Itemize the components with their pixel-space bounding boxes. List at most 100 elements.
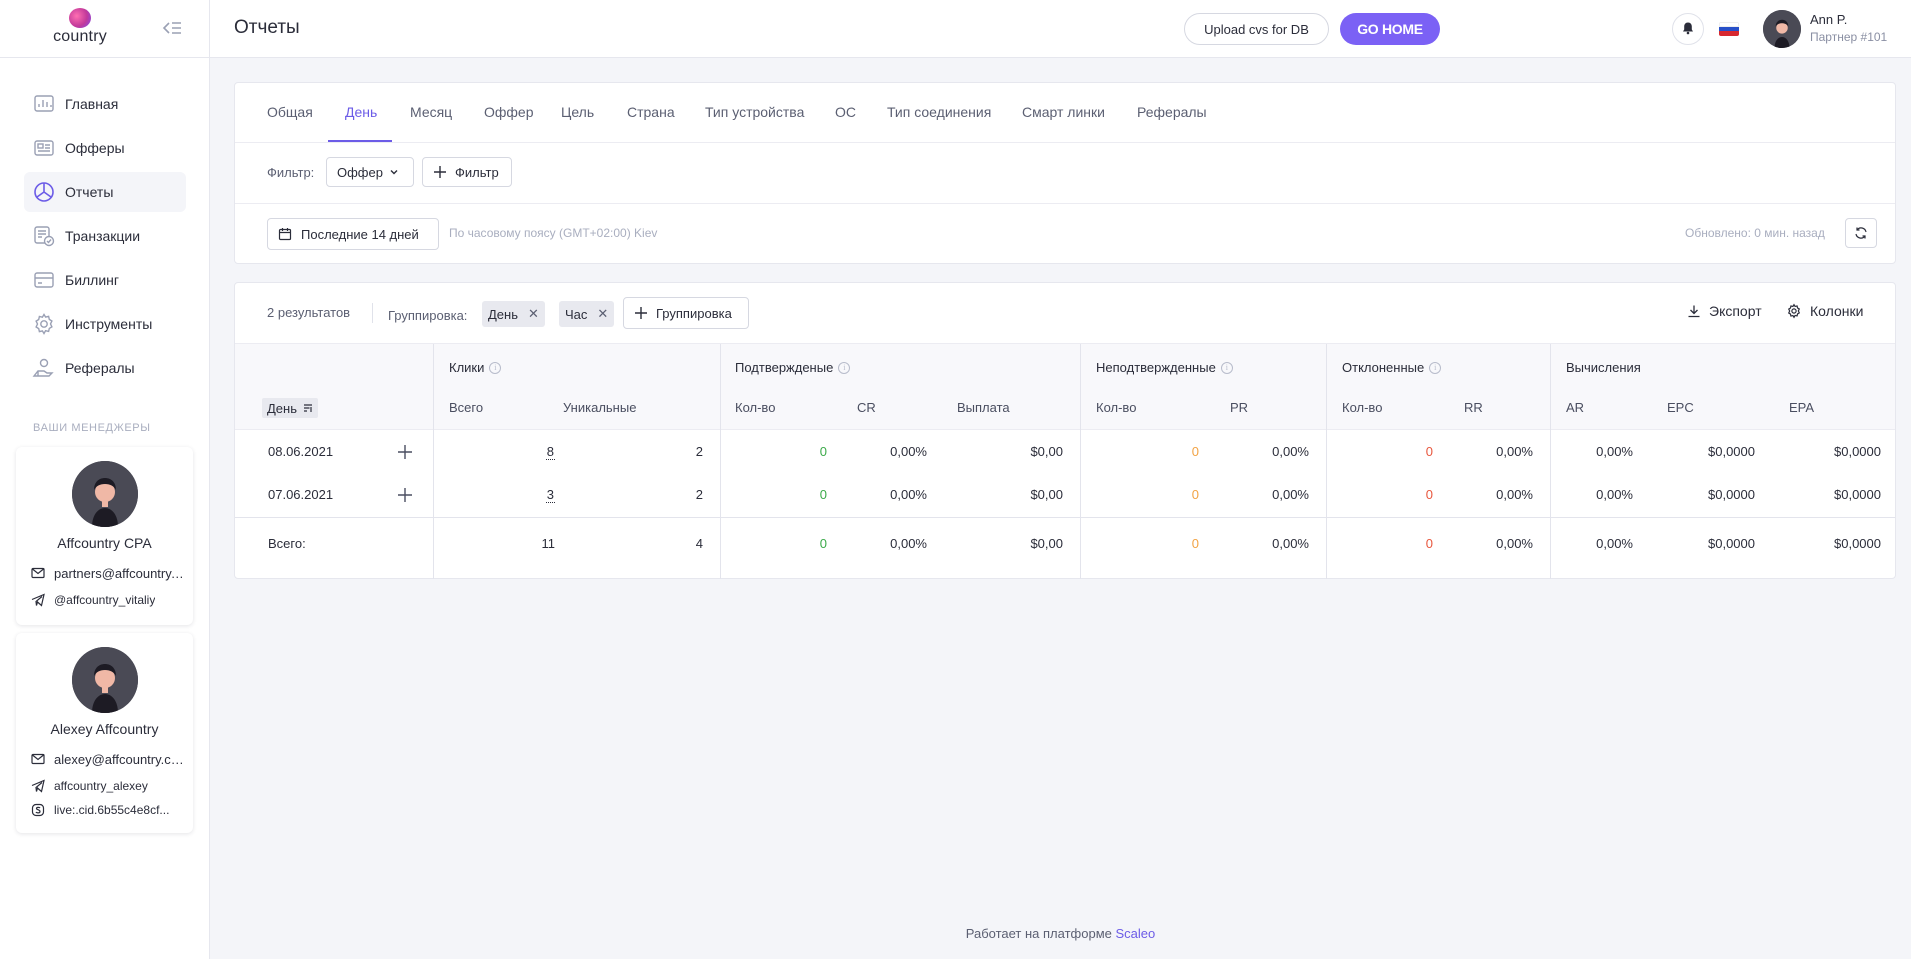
tab-device-type[interactable]: Тип устройства: [705, 104, 804, 143]
tab-smart-links[interactable]: Смарт линки: [1022, 104, 1105, 143]
header-confirmed-qty[interactable]: Кол-во: [735, 400, 775, 415]
sort-icon: [303, 403, 313, 413]
sidebar-item-billing[interactable]: Биллинг: [24, 260, 186, 300]
manager-telegram[interactable]: affcountry_alexey: [31, 777, 186, 795]
sidebar-item-referrals[interactable]: Рефералы: [24, 348, 186, 388]
sidebar-item-dashboard[interactable]: Главная: [24, 84, 186, 124]
logo[interactable]: country: [48, 8, 112, 48]
info-icon[interactable]: i: [1220, 361, 1233, 374]
cell-epa: $0,0000: [1834, 444, 1881, 459]
sidebar-item-offers[interactable]: Офферы: [24, 128, 186, 168]
updated-text: Обновлено: 0 мин. назад: [1685, 226, 1825, 240]
user-avatar[interactable]: [1763, 10, 1801, 48]
collapse-sidebar-icon[interactable]: [160, 16, 184, 40]
manager-telegram[interactable]: @affcountry_vitaliy: [31, 591, 186, 609]
sort-day-header[interactable]: День: [262, 398, 318, 418]
close-icon[interactable]: ✕: [528, 306, 539, 322]
cell-unconfirmed-qty: 0: [1191, 487, 1199, 502]
tab-connection-type[interactable]: Тип соединения: [887, 104, 991, 143]
cell-rr: 0,00%: [1496, 536, 1533, 551]
logo-text: country: [53, 28, 107, 45]
expand-row-button[interactable]: [397, 487, 413, 503]
table-header: День Клики i Подтвержденые i Неподтвержден…: [235, 343, 1895, 430]
tab-referrals[interactable]: Рефералы: [1137, 104, 1207, 143]
cell-confirmed-qty: 0: [819, 536, 827, 551]
report-table-card: 2 результатов Группировка: День ✕ Час ✕ …: [234, 282, 1896, 579]
upload-csv-button[interactable]: Upload cvs for DB: [1184, 13, 1329, 45]
header-rr[interactable]: RR: [1464, 400, 1483, 415]
expand-row-button[interactable]: [397, 444, 413, 460]
offer-dropdown[interactable]: Оффер: [326, 157, 414, 187]
tab-os[interactable]: ОС: [835, 104, 856, 143]
refresh-button[interactable]: [1845, 218, 1877, 248]
avatar: [72, 647, 138, 713]
header-pr[interactable]: PR: [1230, 400, 1248, 415]
tab-country[interactable]: Страна: [627, 104, 675, 143]
export-label: Экспорт: [1709, 303, 1762, 319]
header-clicks-total[interactable]: Всего: [449, 400, 483, 415]
cell-clicks-unique: 2: [695, 487, 703, 502]
referrals-icon: [32, 356, 56, 380]
cell-rr: 0,00%: [1496, 487, 1533, 502]
filters-card: Общая День Месяц Оффер Цель Страна Тип у…: [234, 82, 1896, 264]
sidebar-item-transactions[interactable]: Транзакции: [24, 216, 186, 256]
header-ar[interactable]: AR: [1566, 400, 1584, 415]
manager-email[interactable]: partners@affcountry.com: [31, 564, 186, 582]
transactions-icon: [32, 224, 56, 248]
go-home-button[interactable]: GO HOME: [1340, 13, 1440, 45]
header-epc[interactable]: EPC: [1667, 400, 1694, 415]
tab-general[interactable]: Общая: [267, 104, 313, 143]
date-range-picker[interactable]: Последние 14 дней: [267, 218, 439, 250]
cell-clicks-total[interactable]: 8: [515, 444, 555, 460]
info-icon[interactable]: i: [489, 361, 502, 374]
cell-unconfirmed-qty: 0: [1191, 444, 1199, 459]
language-flag-icon[interactable]: [1719, 22, 1739, 36]
header-clicks-unique[interactable]: Уникальные: [563, 400, 636, 415]
table-totals-row: Всего: 11 4 0 0,00% $0,00 0 0,00% 0 0,00…: [235, 517, 1895, 570]
logo-mark-icon: [69, 8, 91, 28]
cell-clicks-total[interactable]: 3: [515, 487, 555, 503]
sidebar-item-reports[interactable]: Отчеты: [24, 172, 186, 212]
page-title: Отчеты: [234, 17, 300, 38]
close-icon[interactable]: ✕: [597, 306, 608, 322]
tab-month[interactable]: Месяц: [410, 104, 452, 143]
header-epa[interactable]: EPA: [1789, 400, 1814, 415]
add-grouping-button[interactable]: Группировка: [623, 297, 749, 329]
reports-icon: [32, 180, 56, 204]
footer-brand-link[interactable]: Scaleo: [1116, 926, 1156, 941]
cell-confirmed-qty: 0: [819, 444, 827, 459]
filter-row: Фильтр: Оффер Фильтр: [235, 143, 1895, 204]
tab-offer[interactable]: Оффер: [484, 104, 534, 143]
export-button[interactable]: Экспорт: [1687, 303, 1762, 319]
table-row: 07.06.2021 3 2 0 0,00% $0,00 0 0,00% 0 0…: [235, 474, 1895, 517]
group-header-label: Неподтвержденные: [1096, 360, 1216, 375]
user-name[interactable]: Ann P.: [1810, 12, 1847, 27]
group-header-clicks: Клики i: [449, 360, 502, 375]
telegram-icon: [31, 593, 45, 607]
notifications-button[interactable]: [1672, 13, 1704, 45]
cell-day: 08.06.2021: [268, 444, 334, 459]
tab-goal[interactable]: Цель: [561, 104, 594, 143]
refresh-icon: [1854, 226, 1868, 240]
add-filter-button[interactable]: Фильтр: [422, 157, 512, 187]
add-filter-label: Фильтр: [455, 164, 499, 180]
header-unconfirmed-qty[interactable]: Кол-во: [1096, 400, 1136, 415]
header-payout[interactable]: Выплата: [957, 400, 1010, 415]
offers-icon: [32, 136, 56, 160]
cell-ar: 0,00%: [1596, 487, 1633, 502]
cell-pr: 0,00%: [1272, 487, 1309, 502]
footer-text: Работает на платформе: [965, 926, 1112, 941]
cell-clicks-unique: 4: [695, 536, 703, 551]
info-icon[interactable]: i: [838, 361, 851, 374]
info-icon[interactable]: i: [1429, 361, 1442, 374]
group-header-label: Клики: [449, 360, 485, 375]
cell-epa: $0,0000: [1834, 536, 1881, 551]
manager-skype[interactable]: live:.cid.6b55c4e8cf...: [31, 801, 186, 819]
sidebar-item-tools[interactable]: Инструменты: [24, 304, 186, 344]
cell-epc: $0,0000: [1708, 487, 1755, 502]
header-cr[interactable]: CR: [857, 400, 876, 415]
columns-button[interactable]: Колонки: [1786, 303, 1863, 319]
tab-day[interactable]: День: [345, 104, 377, 143]
header-rejected-qty[interactable]: Кол-во: [1342, 400, 1382, 415]
manager-email[interactable]: alexey@affcountry.com: [31, 750, 186, 768]
